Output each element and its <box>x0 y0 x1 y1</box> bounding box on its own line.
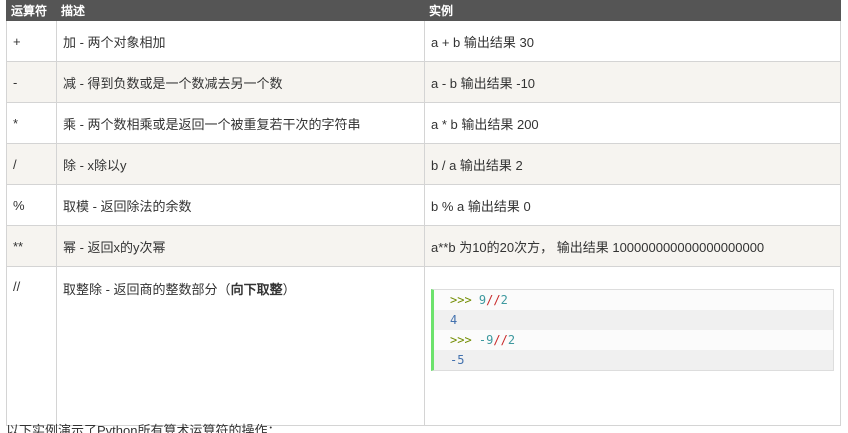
code-output: -5 <box>450 353 465 367</box>
description-cell: 加 - 两个对象相加 <box>56 20 425 62</box>
example-cell: a * b 输出结果 200 <box>424 102 841 144</box>
description-cell: 幂 - 返回x的y次幂 <box>56 225 425 267</box>
code-operator: // <box>493 333 508 347</box>
code-example-block: >>> 9//2 4 >>> -9//2 -5 <box>431 289 834 371</box>
header-operator: 运算符 <box>6 0 57 21</box>
example-cell: >>> 9//2 4 >>> -9//2 -5 <box>424 266 841 426</box>
description-bold: 向下取整 <box>230 282 283 297</box>
code-line: >>> -9//2 <box>434 330 833 350</box>
description-cell: 减 - 得到负数或是一个数减去另一个数 <box>56 61 425 103</box>
code-number: 2 <box>507 333 516 347</box>
description-cell: 乘 - 两个数相乘或是返回一个被重复若干次的字符串 <box>56 102 425 144</box>
code-operator: // <box>486 293 501 307</box>
table-header-row: 运算符 描述 实例 <box>6 0 841 21</box>
description-suffix: ） <box>282 282 296 297</box>
arithmetic-operators-table: 运算符 描述 实例 + 加 - 两个对象相加 a + b 输出结果 30 - 减… <box>6 0 841 426</box>
operator-cell: ** <box>6 225 57 267</box>
table-row: % 取模 - 返回除法的余数 b % a 输出结果 0 <box>6 184 841 226</box>
operator-cell: // <box>6 266 57 426</box>
example-cell: b % a 输出结果 0 <box>424 184 841 226</box>
operator-cell: / <box>6 143 57 185</box>
example-cell: a**b 为10的20次方， 输出结果 10000000000000000000… <box>424 225 841 267</box>
header-description: 描述 <box>56 0 425 21</box>
description-prefix: 取整除 - 返回商的整数部分（ <box>63 282 231 297</box>
table-row: // 取整除 - 返回商的整数部分（向下取整） >>> 9//2 4 >>> -… <box>6 266 841 426</box>
table-row: * 乘 - 两个数相乘或是返回一个被重复若干次的字符串 a * b 输出结果 2… <box>6 102 841 144</box>
table-row: - 减 - 得到负数或是一个数减去另一个数 a - b 输出结果 -10 <box>6 61 841 103</box>
description-cell: 取模 - 返回除法的余数 <box>56 184 425 226</box>
table-row: + 加 - 两个对象相加 a + b 输出结果 30 <box>6 20 841 62</box>
table-row: / 除 - x除以y b / a 输出结果 2 <box>6 143 841 185</box>
description-cell: 取整除 - 返回商的整数部分（向下取整） <box>56 266 425 426</box>
code-number: 2 <box>500 293 508 307</box>
code-line: 4 <box>434 310 833 330</box>
code-line: -5 <box>434 350 833 370</box>
code-prompt: >>> <box>450 333 472 347</box>
operator-cell: - <box>6 61 57 103</box>
section-caption: 以下实例演示了Python所有算术运算符的操作： <box>6 423 281 433</box>
operator-cell: + <box>6 20 57 62</box>
code-output: 4 <box>450 313 458 327</box>
example-cell: a - b 输出结果 -10 <box>424 61 841 103</box>
example-cell: b / a 输出结果 2 <box>424 143 841 185</box>
page: 运算符 描述 实例 + 加 - 两个对象相加 a + b 输出结果 30 - 减… <box>0 0 848 433</box>
table-row: ** 幂 - 返回x的y次幂 a**b 为10的20次方， 输出结果 10000… <box>6 225 841 267</box>
operator-cell: * <box>6 102 57 144</box>
operator-cell: % <box>6 184 57 226</box>
code-line: >>> 9//2 <box>434 290 833 310</box>
header-example: 实例 <box>424 0 841 21</box>
example-cell: a + b 输出结果 30 <box>424 20 841 62</box>
description-cell: 除 - x除以y <box>56 143 425 185</box>
code-number: -9 <box>478 333 494 347</box>
code-prompt: >>> <box>450 293 472 307</box>
